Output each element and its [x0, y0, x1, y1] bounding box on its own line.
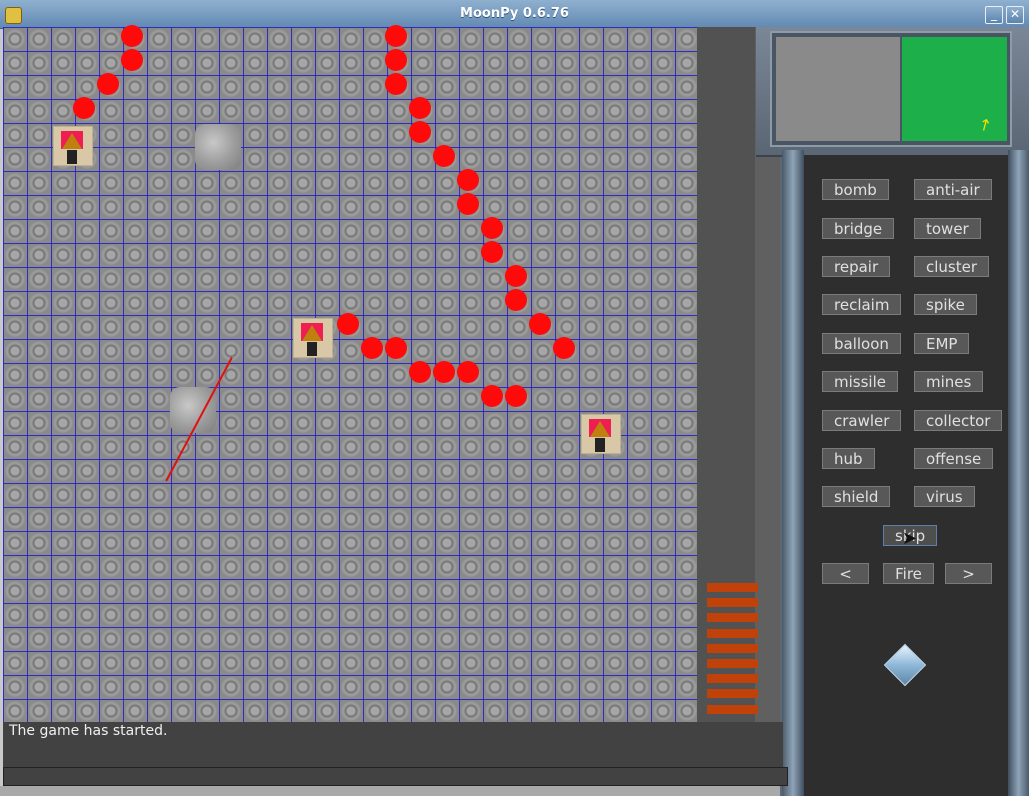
game-board[interactable] [3, 27, 700, 722]
path-marker [409, 121, 431, 143]
path-marker [457, 361, 479, 383]
enemy-tank[interactable] [578, 411, 622, 455]
next-weapon-button[interactable]: > [945, 563, 992, 584]
weapon-balloon-button[interactable]: balloon [822, 333, 901, 354]
weapon-crawler-button[interactable]: crawler [822, 410, 902, 431]
path-marker [481, 217, 503, 239]
ammo-bar [707, 643, 758, 653]
weapon-anti-air-button[interactable]: anti-air [914, 179, 992, 200]
panel-pillar-left [782, 150, 804, 796]
weapon-hub-button[interactable]: hub [822, 448, 875, 469]
close-button[interactable]: ✕ [1006, 6, 1024, 24]
weapon-repair-button[interactable]: repair [822, 256, 891, 277]
player-tank[interactable] [50, 123, 94, 167]
weapon-bomb-button[interactable]: bomb [822, 179, 889, 200]
ammo-bar [707, 674, 758, 684]
minimap-terrain [776, 37, 900, 141]
panel-pillar-right [1008, 150, 1029, 796]
path-marker [433, 361, 455, 383]
path-marker [337, 313, 359, 335]
path-marker [457, 169, 479, 191]
path-marker [385, 49, 407, 71]
path-marker [481, 385, 503, 407]
path-marker [73, 97, 95, 119]
weapon-emp-button[interactable]: EMP [914, 333, 970, 354]
ammo-bar [707, 704, 758, 714]
path-marker [433, 145, 455, 167]
path-marker [505, 289, 527, 311]
ammo-bar [707, 613, 758, 623]
weapon-bridge-button[interactable]: bridge [822, 218, 895, 239]
path-marker [121, 25, 143, 47]
ammo-bar [707, 628, 758, 638]
path-marker [361, 337, 383, 359]
console-message: The game has started. [9, 723, 168, 739]
path-marker [409, 361, 431, 383]
weapon-mines-button[interactable]: mines [914, 371, 984, 392]
mouse-cursor-icon: ➤ [902, 528, 918, 549]
rock-obstacle [195, 124, 241, 170]
weapon-missile-button[interactable]: missile [822, 371, 898, 392]
path-marker [481, 241, 503, 263]
path-marker [505, 265, 527, 287]
command-input[interactable] [3, 767, 788, 786]
minimize-button[interactable]: _ [985, 6, 1003, 24]
path-marker [553, 337, 575, 359]
weapon-virus-button[interactable]: virus [914, 486, 975, 507]
window-title: MoonPy 0.6.76 [460, 6, 569, 21]
ammo-bar [707, 689, 758, 699]
weapon-cluster-button[interactable]: cluster [914, 256, 990, 277]
weapon-tower-button[interactable]: tower [914, 218, 981, 239]
weapon-offense-button[interactable]: offense [914, 448, 994, 469]
weapon-menu [804, 155, 1008, 796]
weapon-reclaim-button[interactable]: reclaim [822, 294, 902, 315]
weapon-spike-button[interactable]: spike [914, 294, 977, 315]
weapon-shield-button[interactable]: shield [822, 486, 891, 507]
path-marker [505, 385, 527, 407]
path-marker [409, 97, 431, 119]
ammo-bar [707, 583, 758, 592]
path-marker [529, 313, 551, 335]
path-marker [385, 73, 407, 95]
path-marker [457, 193, 479, 215]
path-marker [121, 49, 143, 71]
path-marker [97, 73, 119, 95]
ammo-bar [707, 659, 758, 668]
enemy-tank[interactable] [290, 315, 334, 359]
weapon-collector-button[interactable]: collector [914, 410, 1003, 431]
fire-button[interactable]: Fire [883, 563, 934, 584]
path-marker [385, 25, 407, 47]
ammo-bar [707, 598, 758, 608]
title-bar: MoonPy 0.6.76 _ ✕ [0, 0, 1029, 29]
path-marker [385, 337, 407, 359]
bottom-strip [0, 786, 780, 796]
prev-weapon-button[interactable]: < [822, 563, 869, 584]
